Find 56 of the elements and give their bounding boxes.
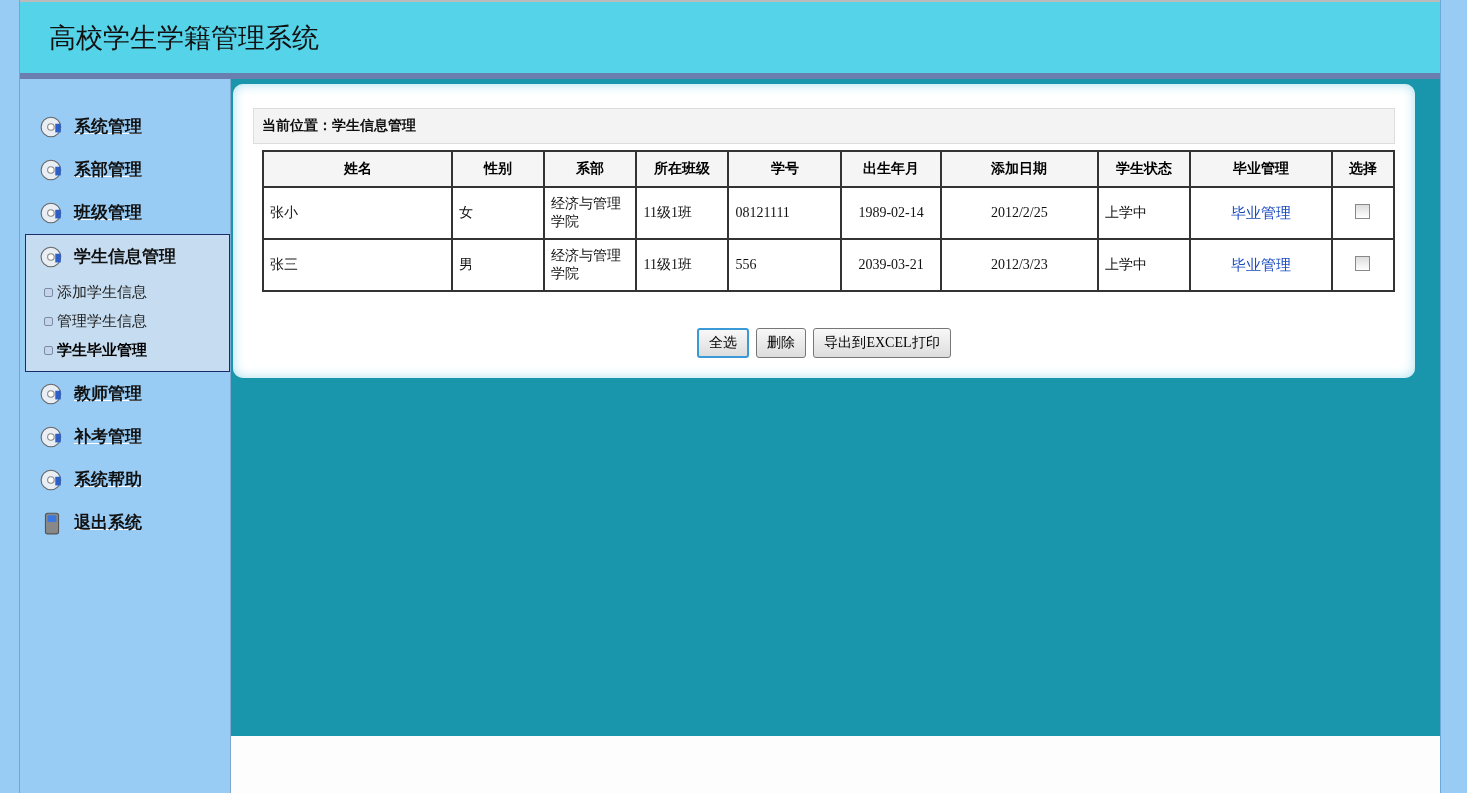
table-cell: 上学中	[1097, 239, 1190, 291]
disc-icon	[40, 114, 64, 139]
menu-item[interactable]: 系统帮助	[74, 468, 142, 491]
column-header: 姓名	[263, 151, 453, 187]
bullet-icon	[44, 288, 53, 297]
column-header: 出生年月	[841, 151, 941, 187]
menu-item[interactable]: 系统管理	[74, 115, 142, 138]
bullet-icon	[44, 346, 53, 355]
table-cell: 1989-02-14	[841, 187, 941, 239]
table-cell: 经济与管理学院	[544, 187, 637, 239]
column-header: 选择	[1331, 151, 1394, 187]
table-cell: 2012/3/23	[940, 239, 1098, 291]
table-cell: 男	[452, 239, 545, 291]
table-cell: 08121111	[728, 187, 842, 239]
column-header: 学号	[728, 151, 842, 187]
column-header: 添加日期	[940, 151, 1098, 187]
table-cell: 556	[728, 239, 842, 291]
table-cell: 张小	[263, 187, 453, 239]
disc-icon	[40, 200, 64, 225]
table-cell: 11级1班	[636, 239, 729, 291]
submenu-item[interactable]: 管理学生信息	[57, 312, 147, 331]
menu-item[interactable]: 班级管理	[74, 201, 142, 224]
table-cell: 经济与管理学院	[544, 239, 637, 291]
action-button[interactable]: 导出到EXCEL打印	[813, 328, 951, 358]
column-header: 毕业管理	[1189, 151, 1332, 187]
table-cell: 11级1班	[636, 187, 729, 239]
menu-item[interactable]: 退出系统	[74, 511, 142, 534]
disc-icon	[40, 157, 64, 182]
column-header: 学生状态	[1097, 151, 1190, 187]
table-cell: 2039-03-21	[841, 239, 941, 291]
bullet-icon	[44, 317, 53, 326]
row-checkbox[interactable]	[1355, 255, 1371, 271]
graduation-link[interactable]: 毕业管理	[1230, 204, 1291, 221]
disc-icon	[40, 467, 64, 492]
table-cell: 张三	[263, 239, 453, 291]
submenu-item[interactable]: 学生毕业管理	[57, 341, 147, 360]
column-header: 所在班级	[636, 151, 729, 187]
table-cell: 上学中	[1097, 187, 1190, 239]
system-title: 高校学生学籍管理系统	[49, 20, 319, 55]
row-checkbox[interactable]	[1355, 203, 1371, 219]
action-button[interactable]: 全选	[697, 328, 750, 358]
menu-item[interactable]: 系部管理	[74, 158, 142, 181]
breadcrumb: 当前位置：学生信息管理	[253, 108, 1395, 144]
menu-item[interactable]: 补考管理	[74, 425, 142, 448]
disc-icon	[40, 381, 64, 406]
table-cell: 女	[452, 187, 545, 239]
column-header: 系部	[544, 151, 637, 187]
submenu-item[interactable]: 添加学生信息	[57, 283, 147, 302]
menu-item[interactable]: 学生信息管理	[74, 245, 176, 268]
graduation-link[interactable]: 毕业管理	[1230, 256, 1291, 273]
column-header: 性别	[452, 151, 545, 187]
disc-icon	[40, 244, 64, 269]
table-cell: 2012/2/25	[940, 187, 1098, 239]
menu-item[interactable]: 教师管理	[74, 382, 142, 405]
action-button[interactable]: 删除	[756, 328, 807, 358]
disc-icon	[40, 424, 64, 449]
